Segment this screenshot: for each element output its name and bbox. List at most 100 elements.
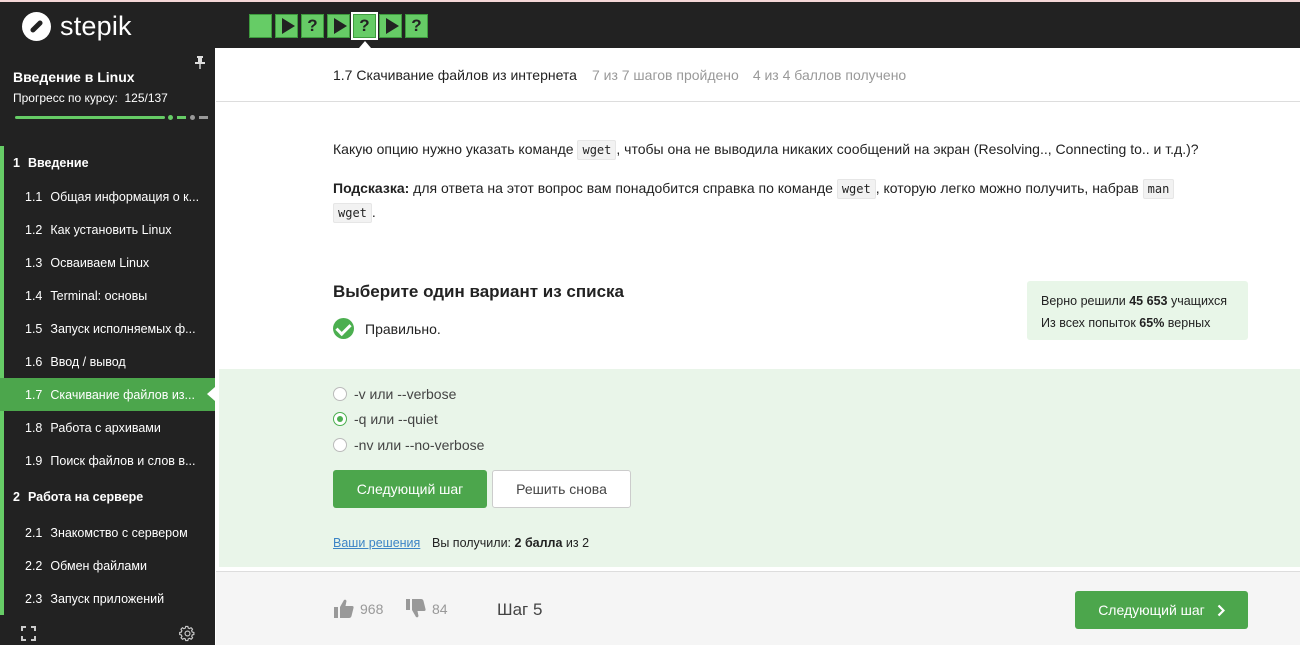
thumbs-up-icon <box>334 599 354 618</box>
item-label: Запуск приложений <box>50 591 165 606</box>
lesson-title: 1.7 Скачивание файлов из интернета <box>333 66 577 83</box>
retry-button[interactable]: Решить снова <box>492 470 631 508</box>
code-man: man <box>1142 179 1175 199</box>
sidebar-item-1-8[interactable]: 1.8 Работа с архивами <box>0 411 215 444</box>
lesson-nav: 1 Введение 1.1 Общая информация о к... 1.… <box>0 146 215 615</box>
like-button[interactable]: 968 <box>334 599 383 618</box>
result-status: Правильно. <box>333 318 441 339</box>
dislike-button[interactable]: 84 <box>406 599 448 618</box>
stats-number: 45 653 <box>1129 294 1168 308</box>
dislikes-count: 84 <box>432 600 448 617</box>
sidebar-item-1-4[interactable]: 1.4 Terminal: основы <box>0 279 215 312</box>
stepik-logo-icon <box>22 12 51 41</box>
item-number: 1.9 <box>25 453 43 468</box>
section-title: Работа на сервере <box>27 489 144 504</box>
item-number: 1.1 <box>25 189 43 204</box>
sidebar-item-2-1[interactable]: 2.1 Знакомство с сервером <box>0 516 215 549</box>
step-5-quiz-icon[interactable]: ? <box>351 12 378 48</box>
lesson-header: 1.7 Скачивание файлов из интернета 7 из … <box>216 48 1300 102</box>
step-2-video-icon[interactable] <box>275 14 298 38</box>
score-total: из 2 <box>562 536 590 550</box>
section-number: 1 <box>13 156 20 170</box>
logo-text: stepik <box>60 11 132 41</box>
pin-icon[interactable] <box>195 56 205 69</box>
step-number-label: Шаг 5 <box>497 600 543 619</box>
steps-progress: 7 из 7 шагов пройдено <box>591 66 739 83</box>
sidebar-item-1-3[interactable]: 1.3 Осваиваем Linux <box>0 246 215 279</box>
footer-next-label: Следующий шаг <box>1098 602 1205 618</box>
stats-text: верных <box>1164 316 1211 330</box>
step-7-quiz-icon[interactable]: ? <box>405 14 428 38</box>
course-title[interactable]: Введение в Linux <box>13 69 135 85</box>
item-label: Запуск исполняемых ф... <box>50 321 196 336</box>
sidebar-item-1-7-current[interactable]: 1.7 Скачивание файлов из... <box>0 378 215 411</box>
chevron-right-icon <box>1217 604 1225 616</box>
option-verbose[interactable]: -v или --verbose <box>333 386 456 402</box>
option-label: -q или --quiet <box>354 411 438 427</box>
radio-button[interactable] <box>333 438 347 452</box>
sidebar-item-1-6[interactable]: 1.6 Ввод / вывод <box>0 345 215 378</box>
item-label: Как установить Linux <box>50 222 172 237</box>
section-number: 2 <box>13 489 20 504</box>
score-value: 2 балла <box>514 536 563 550</box>
item-label: Знакомство с сервером <box>50 525 188 540</box>
item-number: 1.6 <box>25 354 43 369</box>
sidebar-item-1-9[interactable]: 1.9 Поиск файлов и слов в... <box>0 444 215 477</box>
question-paragraph: Какую опцию нужно указать команде wget, … <box>333 139 1253 160</box>
step-1-blank[interactable] <box>249 14 272 38</box>
stats-text: учащихся <box>1167 294 1228 308</box>
section-2[interactable]: 2 Работа на сервере <box>0 477 215 516</box>
item-label: Ввод / вывод <box>50 354 126 369</box>
progress-label: Прогресс по курсу: <box>13 91 118 105</box>
code-wget: wget <box>333 203 372 223</box>
progress-value: 125/137 <box>124 91 168 105</box>
option-label: -nv или --no-verbose <box>354 437 485 453</box>
sidebar-bottom-bar <box>0 624 215 645</box>
section-1[interactable]: 1 Введение <box>0 146 215 180</box>
footer-next-step-button[interactable]: Следующий шаг <box>1075 591 1248 629</box>
radio-button-selected[interactable] <box>333 412 347 426</box>
item-label: Поиск файлов и слов в... <box>50 453 196 468</box>
item-number: 2.2 <box>25 558 43 573</box>
stats-attempts: Из всех попыток 65% верных <box>1041 312 1234 334</box>
stats-text: Верно решили <box>1041 294 1130 308</box>
step-3-quiz-icon[interactable]: ? <box>301 14 324 38</box>
progress-dots <box>168 115 208 120</box>
stats-solved: Верно решили 45 653 учащихся <box>1041 290 1234 312</box>
sidebar-item-1-1[interactable]: 1.1 Общая информация о к... <box>0 180 215 213</box>
gear-icon[interactable] <box>179 625 196 642</box>
step-4-video-icon[interactable] <box>327 14 350 38</box>
item-label: Общая информация о к... <box>50 189 200 204</box>
top-bar: stepik ? ? ? <box>0 0 1300 48</box>
item-number: 2.3 <box>25 591 43 606</box>
option-no-verbose[interactable]: -nv или --no-verbose <box>333 437 484 453</box>
section-title: Введение <box>27 156 89 170</box>
code-wget: wget <box>577 140 617 160</box>
sidebar-item-2-2[interactable]: 2.2 Обмен файлами <box>0 549 215 582</box>
next-step-button[interactable]: Следующий шаг <box>333 470 487 508</box>
fullscreen-icon[interactable] <box>21 626 36 641</box>
step-6-video-icon[interactable] <box>379 14 402 38</box>
result-text: Правильно. <box>365 320 441 337</box>
your-solutions-link[interactable]: Ваши решения <box>333 536 420 550</box>
likes-count: 968 <box>360 600 384 617</box>
option-label: -v или --verbose <box>354 386 457 402</box>
item-number: 2.1 <box>25 525 43 540</box>
sidebar-item-1-2[interactable]: 1.2 Как установить Linux <box>0 213 215 246</box>
stepik-logo[interactable]: stepik <box>22 11 132 42</box>
option-quiet[interactable]: -q или --quiet <box>333 411 438 427</box>
progress-dot <box>168 115 173 120</box>
progress-dot <box>190 115 195 120</box>
item-number: 1.2 <box>25 222 43 237</box>
item-label: Terminal: основы <box>50 288 148 303</box>
answer-panel: -v или --verbose -q или --quiet -nv или … <box>219 369 1300 567</box>
sidebar-item-2-3[interactable]: 2.3 Запуск приложений <box>0 582 215 615</box>
item-label: Осваиваем Linux <box>50 255 150 270</box>
quiz-title: Выберите один вариант из списка <box>333 282 624 301</box>
progress-dash <box>199 116 208 119</box>
sidebar-item-1-5[interactable]: 1.5 Запуск исполняемых ф... <box>0 312 215 345</box>
radio-button[interactable] <box>333 387 347 401</box>
thumbs-down-icon <box>406 599 426 618</box>
score-text: Вы получили: 2 балла из 2 <box>432 536 589 550</box>
hint-text: для ответа на этот вопрос вам понадобитс… <box>409 180 837 196</box>
